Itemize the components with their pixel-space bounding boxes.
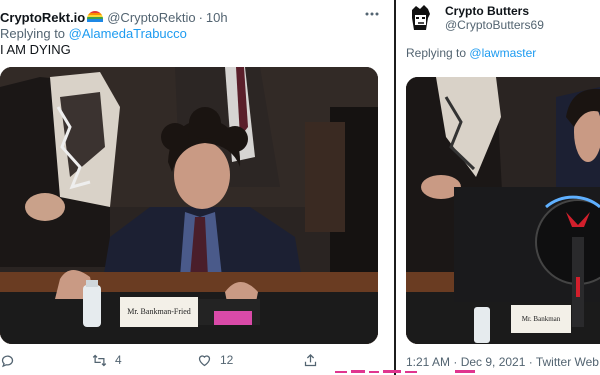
tweet-actions: 4 12 xyxy=(0,350,392,370)
tweet-timestamp[interactable]: 1:21 AM · Dec 9, 2021 · Twitter Web App xyxy=(406,355,600,369)
pink-text-fragment xyxy=(335,370,475,373)
reply-icon xyxy=(1,355,14,367)
user-handle[interactable]: @CryptoRektio xyxy=(107,10,195,25)
tweet-text: I AM DYING xyxy=(0,42,71,57)
display-name[interactable]: Crypto Butters xyxy=(445,4,529,18)
rainbow-emoji-icon xyxy=(87,10,104,22)
reply-button[interactable] xyxy=(0,350,15,370)
tweet-header: CryptoRekt.io @CryptoRektio · 10h xyxy=(0,8,228,26)
nameplate-text: Mr. Bankman xyxy=(521,315,561,323)
panel-divider xyxy=(392,0,400,375)
avatar-image xyxy=(406,4,434,34)
user-handle[interactable]: @CryptoButters69 xyxy=(445,18,544,32)
replying-to-label: Replying to xyxy=(406,46,467,60)
avatar[interactable] xyxy=(406,4,434,34)
retweet-count: 4 xyxy=(115,353,122,367)
right-tweet: Crypto Butters @CryptoButters69 Replying… xyxy=(400,0,600,375)
hearing-photo xyxy=(0,67,378,344)
heart-icon xyxy=(198,354,211,366)
more-horizontal-icon[interactable] xyxy=(362,6,382,24)
like-count: 12 xyxy=(220,353,234,367)
tweet-time[interactable]: 10h xyxy=(206,10,228,25)
tweet-photo[interactable]: Mr. Bankman-Fried xyxy=(0,67,378,344)
reply-mention-link[interactable]: @AlamedaTrabucco xyxy=(69,26,187,41)
nameplate-text: Mr. Bankman-Fried xyxy=(127,307,191,316)
reply-mention-link[interactable]: @lawmaster xyxy=(469,46,536,60)
hearing-photo-with-monitor xyxy=(406,77,600,344)
tweet-photo[interactable]: Mr. Bankman xyxy=(406,77,600,344)
separator-dot: · xyxy=(198,9,203,25)
left-tweet: CryptoRekt.io @CryptoRektio · 10h Replyi… xyxy=(0,0,392,375)
retweet-icon xyxy=(92,354,107,366)
replying-to: Replying to @lawmaster xyxy=(406,46,536,60)
like-button[interactable]: 12 xyxy=(197,350,233,370)
share-button[interactable] xyxy=(303,350,318,370)
retweet-button[interactable]: 4 xyxy=(92,350,122,370)
replying-to-label: Replying to xyxy=(0,26,66,41)
share-icon xyxy=(304,353,317,366)
display-name[interactable]: CryptoRekt.io xyxy=(0,10,85,25)
replying-to: Replying to @AlamedaTrabucco xyxy=(0,26,187,41)
